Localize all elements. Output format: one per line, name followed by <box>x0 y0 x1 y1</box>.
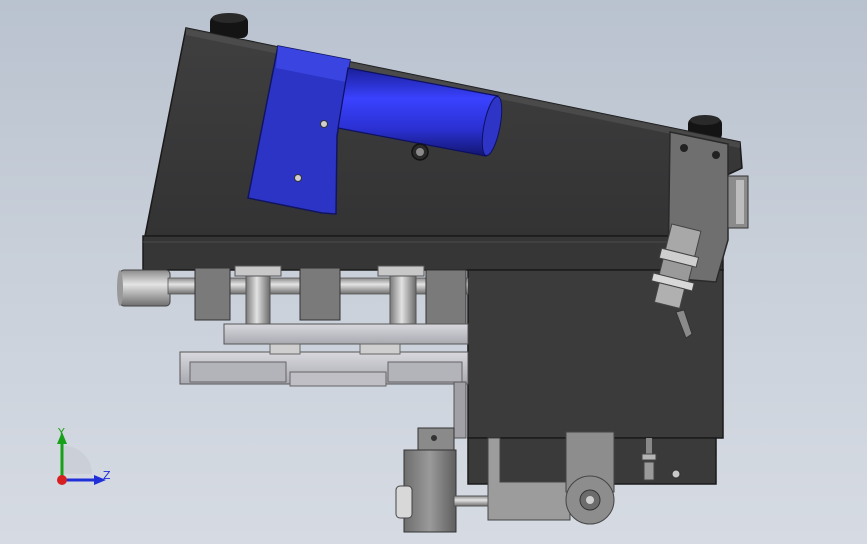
coordinate-triad: Y Z <box>57 426 111 485</box>
y-axis-label: Y <box>57 426 65 439</box>
main-housing <box>142 27 743 271</box>
vertical-post-left <box>234 265 282 325</box>
slide-plate-lower <box>179 343 469 387</box>
support-rail <box>453 381 467 439</box>
slide-plate-upper <box>223 323 469 345</box>
housing-screw-icon <box>411 143 429 161</box>
cad-viewport[interactable]: Y Z <box>0 0 867 544</box>
vertical-post-right <box>377 265 425 325</box>
bracket-bolt-icon <box>320 120 328 128</box>
bearing-block-right <box>425 269 467 327</box>
bracket-bolt-icon <box>294 174 302 182</box>
x-axis-arrow-icon <box>57 475 67 485</box>
mechanical-assembly-drawing: Y Z <box>57 13 749 533</box>
z-axis-label: Z <box>103 469 111 482</box>
